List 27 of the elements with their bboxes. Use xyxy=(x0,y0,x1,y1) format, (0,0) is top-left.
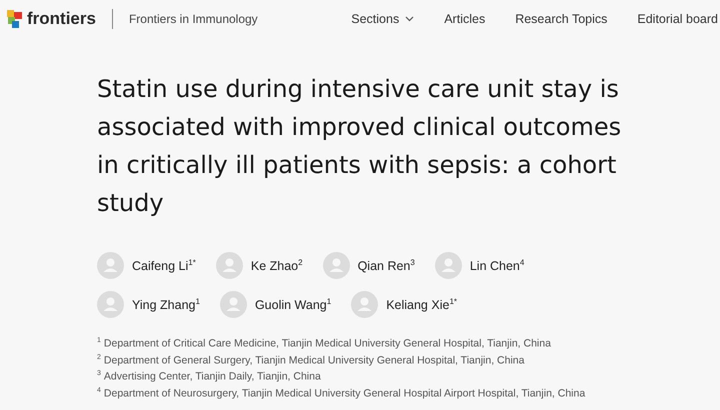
journal-name[interactable]: Frontiers in Immunology xyxy=(128,12,258,26)
avatar-icon xyxy=(322,252,350,279)
avatar-icon xyxy=(220,291,247,318)
brand-name[interactable]: frontiers xyxy=(27,9,96,29)
affiliation-text: $^{2}$ Department of General Surgery, Tianjin Medical University General Hospital, Tianjin, China xyxy=(97,352,526,367)
affiliation-text: $^{4}$ Department of Neurosurgery, Tianjin Medical University General Hospital Airport Hospital, Tianjin, China xyxy=(97,386,586,400)
avatar-icon xyxy=(97,291,124,318)
article-title: Statin use during intensive care unit stay is associated with improved clinical outcomes in critically ill patients with sepsis: a cohort study xyxy=(97,74,622,219)
author-name[interactable]: Keliang Xie$^{1*}$ xyxy=(386,296,457,312)
avatar-icon xyxy=(351,291,378,318)
nav-link[interactable]: Research Topics xyxy=(515,12,608,26)
author-name[interactable]: Qian Ren$^{3}$ xyxy=(358,258,415,274)
chevron-down-icon xyxy=(405,16,414,22)
avatar-icon xyxy=(434,252,462,279)
author-name[interactable]: Guolin Wang$^{1}$ xyxy=(254,296,332,312)
nav-link[interactable]: Articles xyxy=(444,12,486,26)
affiliation-text: $^{3}$ Advertising Center, Tianjin Daily, Tianjin, China xyxy=(97,369,322,384)
author-name[interactable]: Ying Zhang$^{1}$ xyxy=(132,296,200,312)
nav-link[interactable]: Sections xyxy=(351,12,414,26)
avatar-icon xyxy=(216,252,243,279)
nav-link[interactable]: Editorial board xyxy=(637,12,718,26)
logo-icon xyxy=(6,9,23,29)
avatar-icon xyxy=(97,252,124,279)
author-name[interactable]: Ke Zhao$^{2}$ xyxy=(250,258,303,274)
author-name[interactable]: Lin Chen$^{4}$ xyxy=(470,258,524,274)
affiliation-text: $^{1}$ Department of Critical Care Medicine, Tianjin Medical University General Hospital, Tianjin, China xyxy=(97,336,552,350)
author-name[interactable]: Caifeng Li$^{1*}$ xyxy=(132,258,196,274)
